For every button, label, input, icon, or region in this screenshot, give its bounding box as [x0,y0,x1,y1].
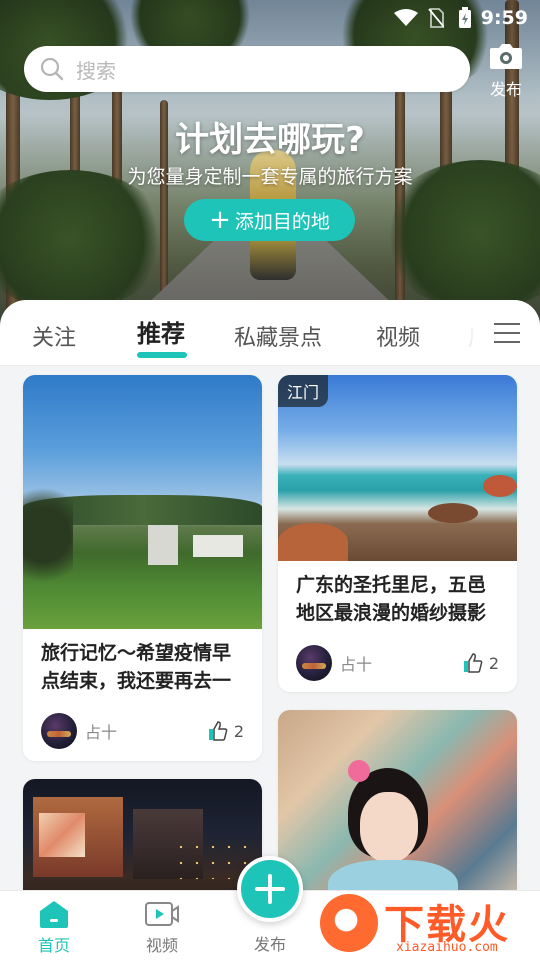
card-photo-night-street [23,779,262,890]
card-photo-coast: 江门 [278,375,517,561]
rocks [483,475,517,497]
feed-card[interactable] [23,779,262,890]
watermark-logo: 下载火 xiazaihuo.com [318,888,540,960]
nav-home[interactable]: 首页 [19,899,89,956]
like-count: 2 [233,721,244,741]
like-count: 2 [488,653,499,673]
hair-flower [348,760,370,782]
app-screen: 9:59 搜索 发布 计划去哪玩? 为您量身定制一套专属的旅行方案 + 添加目的… [0,0,540,960]
card-title: 广东的圣托里尼，五邑地区最浪漫的婚纱摄影 [296,574,487,624]
rocks [428,503,478,523]
card-meta: 占十 2 [41,713,244,749]
author-name[interactable]: 占十 [85,719,208,743]
billboard [39,813,85,857]
watermark-url: xiazaihuo.com [396,940,498,955]
add-destination-label: 添加目的地 [234,210,330,233]
video-icon [145,902,179,926]
wifi-icon [394,9,418,26]
flame-logo-icon [320,894,378,952]
feed: 旅行记忆～希望疫情早点结束，我还要再去一 占十 2 江门 广东的圣托里尼，五邑地… [0,366,540,890]
tab-video[interactable]: 视频 [376,320,420,352]
tab-fade [440,300,540,365]
publish-fab[interactable] [237,856,303,922]
no-sim-icon [428,8,444,28]
camera-icon [490,44,522,69]
nav-video-label: 视频 [145,936,178,955]
plus-icon: + [209,205,231,235]
tree [23,475,73,595]
card-photo-village [23,375,262,629]
thumbs-up-icon[interactable] [463,653,483,673]
add-destination-button[interactable]: + 添加目的地 [184,199,355,241]
avatar[interactable] [296,645,332,681]
publish-label: 发布 [489,80,522,99]
tab-recommend[interactable]: 推荐 [137,314,185,349]
tab-follow[interactable]: 关注 [32,320,76,352]
card-photo-portrait [278,710,517,890]
status-bar: 9:59 [0,0,540,38]
active-tab-indicator [137,352,187,358]
face [360,792,418,862]
feed-card[interactable]: 江门 广东的圣托里尼，五邑地区最浪漫的婚纱摄影 占十 2 [278,375,517,692]
author-name[interactable]: 占十 [340,651,463,675]
clock: 9:59 [480,7,528,29]
search-bar[interactable]: 搜索 [24,46,470,92]
card-title: 旅行记忆～希望疫情早点结束，我还要再去一 [41,642,232,692]
shoulders [328,860,458,890]
publish-button-top[interactable]: 发布 [484,42,528,100]
feed-card[interactable] [278,710,517,890]
search-icon [40,57,64,81]
card-meta: 占十 2 [296,645,499,681]
search-placeholder: 搜索 [76,58,116,83]
rocks [278,523,348,561]
nav-publish[interactable]: 发布 [235,931,305,955]
house [193,535,243,557]
battery-charging-icon [459,7,471,28]
nav-video[interactable]: 视频 [127,899,197,956]
nav-publish-label: 发布 [253,935,286,954]
hero-subtitle: 为您量身定制一套专属的旅行方案 [127,166,413,188]
avatar[interactable] [41,713,77,749]
menu-icon[interactable] [494,322,520,344]
feed-card[interactable]: 旅行记忆～希望疫情早点结束，我还要再去一 占十 2 [23,375,262,761]
tab-hidden-spots[interactable]: 私藏景点 [234,320,322,352]
hero-title: 计划去哪玩? [175,120,365,160]
category-tabs: 关注 推荐 私藏景点 视频 周 [0,300,540,366]
plus-icon [255,874,285,904]
nav-home-label: 首页 [37,936,70,955]
city-tag: 江门 [278,375,329,407]
thumbs-up-icon[interactable] [208,721,228,741]
house [148,525,178,565]
home-icon [40,901,68,928]
